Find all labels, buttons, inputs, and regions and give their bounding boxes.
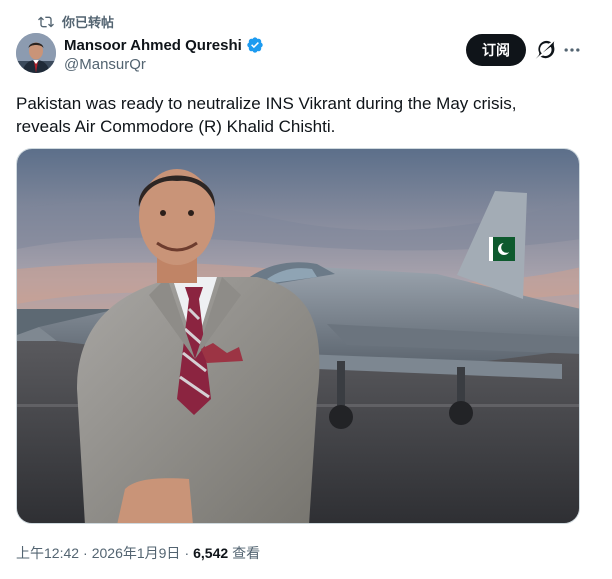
tweet-text-line: reveals Air Commodore (R) Khalid Chishti… [16, 117, 336, 136]
views-label: 查看 [232, 545, 261, 561]
tweet-time[interactable]: 上午12:42 [16, 543, 79, 563]
views-count: 6,542 [193, 545, 229, 561]
repost-label: 你已转帖 [62, 15, 115, 30]
avatar[interactable] [16, 33, 56, 73]
author-name[interactable]: Mansoor Ahmed Qureshi [64, 37, 242, 54]
tweet-metadata: 上午12:42 · 2026年1月9日 · 6,542 查看 [16, 543, 260, 563]
tweet-text: Pakistan was ready to neutralize INS Vik… [16, 92, 586, 138]
tweet-media-image[interactable] [16, 148, 580, 524]
separator-dot: · [83, 545, 88, 561]
repost-indicator: 你已转帖 [38, 12, 114, 31]
verified-badge-icon [246, 36, 264, 54]
tweet-date[interactable]: 2026年1月9日 [92, 543, 181, 563]
tweet-text-line: Pakistan was ready to neutralize INS Vik… [16, 94, 517, 113]
more-options-icon[interactable] [562, 40, 582, 65]
subscribe-button[interactable]: 订阅 [466, 34, 526, 66]
grok-icon[interactable] [535, 40, 555, 65]
author-handle[interactable]: @MansurQr [64, 56, 146, 73]
separator-dot: · [184, 545, 190, 561]
repost-icon [38, 16, 54, 27]
